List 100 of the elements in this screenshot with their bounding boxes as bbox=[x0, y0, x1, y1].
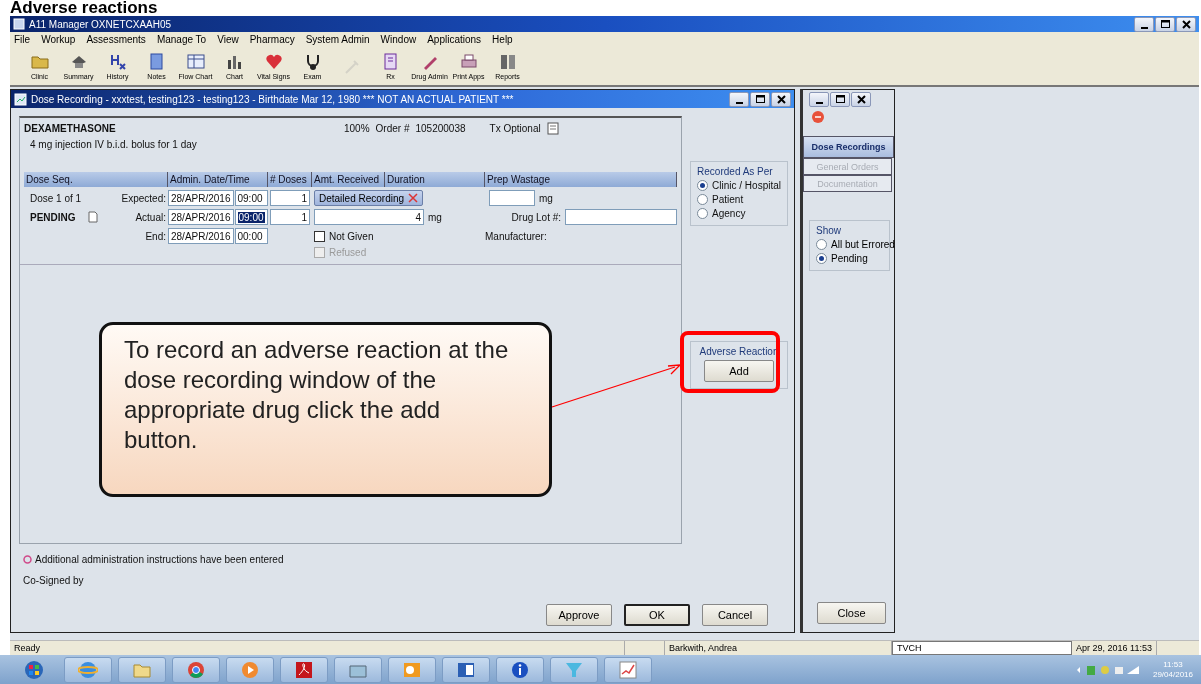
menu-item[interactable]: Window bbox=[380, 34, 417, 45]
minimize-button[interactable] bbox=[1134, 16, 1154, 32]
radio-label: Clinic / Hospital bbox=[712, 180, 781, 191]
percent-text: 100% bbox=[344, 123, 370, 134]
ok-button[interactable]: OK bbox=[624, 604, 690, 626]
tx-text: Tx Optional bbox=[489, 123, 541, 134]
close-icon bbox=[774, 92, 788, 106]
maximize-button[interactable] bbox=[830, 92, 850, 107]
radio-label: All but Errored bbox=[831, 239, 895, 250]
app-icon bbox=[13, 18, 25, 30]
field-label: Manufacturer: bbox=[485, 230, 547, 242]
detailed-recording-button[interactable]: Detailed Recording bbox=[314, 190, 424, 206]
pdf-icon bbox=[294, 659, 314, 680]
minimize-icon bbox=[1140, 26, 1148, 29]
group-title: Show bbox=[816, 225, 842, 236]
flag-icon bbox=[23, 555, 32, 564]
menu-item[interactable]: Help bbox=[492, 34, 513, 45]
taskbar-button[interactable] bbox=[496, 656, 544, 683]
time-field[interactable]: 09:00 bbox=[234, 190, 268, 206]
date-field[interactable]: 28/APR/2016 bbox=[168, 228, 234, 244]
column-header: Prep Wastage bbox=[485, 172, 678, 187]
line-chart-icon bbox=[618, 659, 638, 680]
minimize-icon bbox=[735, 101, 743, 104]
cancel-button[interactable]: Cancel bbox=[702, 604, 768, 626]
window-icon bbox=[14, 92, 27, 106]
doses-field[interactable]: 1 bbox=[270, 190, 310, 206]
dose-sequence: Dose 1 of 1 bbox=[30, 192, 82, 204]
menu-item[interactable]: Assessments bbox=[86, 34, 146, 45]
taskbar-button[interactable] bbox=[604, 656, 652, 683]
taskbar-button[interactable] bbox=[172, 656, 220, 683]
radio-button[interactable] bbox=[816, 253, 827, 264]
radio-label: Agency bbox=[712, 208, 746, 219]
radio-button[interactable] bbox=[697, 180, 709, 191]
doses-field[interactable]: 1 bbox=[270, 209, 310, 225]
minimize-button[interactable] bbox=[809, 92, 829, 107]
approve-button[interactable]: Approve bbox=[546, 604, 612, 626]
menu-item[interactable]: Pharmacy bbox=[249, 34, 295, 45]
radio-button[interactable] bbox=[697, 194, 709, 205]
menu-item[interactable]: Manage To bbox=[156, 34, 207, 45]
date-field[interactable]: 28/APR/2016 bbox=[168, 209, 234, 225]
printer-icon bbox=[458, 52, 479, 71]
minimize-button[interactable] bbox=[729, 91, 749, 107]
column-header: Duration bbox=[385, 172, 485, 187]
close-icon bbox=[854, 93, 868, 106]
minimize-icon bbox=[815, 102, 823, 104]
cosigned-label: Co-Signed by bbox=[22, 575, 85, 586]
status-dropdown[interactable]: TVCH bbox=[892, 641, 1072, 655]
side-tab: Documentation bbox=[803, 175, 892, 192]
menu-item[interactable]: Applications bbox=[427, 34, 482, 45]
unit-text: mg bbox=[428, 211, 442, 223]
table-icon bbox=[185, 52, 206, 71]
page-icon bbox=[87, 211, 98, 223]
taskbar-button[interactable] bbox=[442, 656, 490, 683]
time-field[interactable]: 00:00 bbox=[234, 228, 268, 244]
maximize-icon bbox=[753, 92, 767, 106]
start-orb-icon bbox=[24, 659, 44, 680]
info-icon bbox=[510, 659, 530, 680]
callout-note: To record an adverse reaction at the dose recording window of the appropriate drug click the add button. bbox=[99, 322, 552, 497]
unit-text: mg bbox=[539, 192, 553, 204]
group-title: Recorded As Per bbox=[697, 166, 774, 177]
order-label: Order # bbox=[375, 123, 410, 134]
column-header: Admin. Date/Time bbox=[168, 172, 268, 187]
close-icon bbox=[1179, 17, 1193, 31]
radio-button[interactable] bbox=[697, 208, 709, 219]
menu-item[interactable]: Workup bbox=[41, 34, 76, 45]
close-button[interactable] bbox=[1176, 16, 1196, 32]
prep-wastage-field[interactable] bbox=[489, 190, 535, 206]
radio-label: Patient bbox=[712, 194, 744, 205]
drug-lot-field[interactable] bbox=[565, 209, 678, 225]
taskbar-button[interactable] bbox=[388, 656, 436, 683]
close-button[interactable] bbox=[771, 91, 791, 107]
time-field[interactable]: 09:00 bbox=[234, 209, 268, 225]
amount-field[interactable]: 4 bbox=[314, 209, 424, 225]
order-number: 105200038 bbox=[415, 123, 466, 134]
column-header: Dose Seq. bbox=[24, 172, 168, 187]
stop-icon bbox=[811, 110, 825, 124]
taskbar-button[interactable] bbox=[280, 656, 328, 683]
menu-item[interactable]: View bbox=[217, 34, 239, 45]
add-button[interactable]: Add bbox=[704, 360, 775, 382]
maximize-icon bbox=[833, 93, 847, 106]
date-field[interactable]: 28/APR/2016 bbox=[168, 190, 234, 206]
field-label: Expected: bbox=[121, 192, 166, 204]
menu-item[interactable]: File bbox=[14, 34, 31, 45]
menu-item[interactable]: System Admin bbox=[305, 34, 370, 45]
close-button[interactable] bbox=[851, 92, 871, 107]
checkbox-label: Not Given bbox=[329, 230, 374, 242]
clock-time: 11:53 bbox=[1163, 659, 1183, 670]
field-label: Actual: bbox=[135, 211, 166, 223]
ring-icon bbox=[186, 659, 206, 680]
maximize-button[interactable] bbox=[750, 91, 770, 107]
radio-button[interactable] bbox=[816, 239, 827, 250]
maximize-button[interactable] bbox=[1155, 16, 1175, 32]
notepad-icon bbox=[546, 122, 559, 135]
maximize-icon bbox=[1158, 17, 1172, 31]
side-tab[interactable]: Dose Recordings bbox=[803, 136, 894, 158]
close-button[interactable]: Close bbox=[817, 602, 886, 624]
cross-icon bbox=[408, 193, 419, 203]
field-label: Drug Lot #: bbox=[511, 211, 562, 223]
radio-label: Pending bbox=[831, 253, 868, 264]
checkbox[interactable] bbox=[314, 230, 325, 242]
